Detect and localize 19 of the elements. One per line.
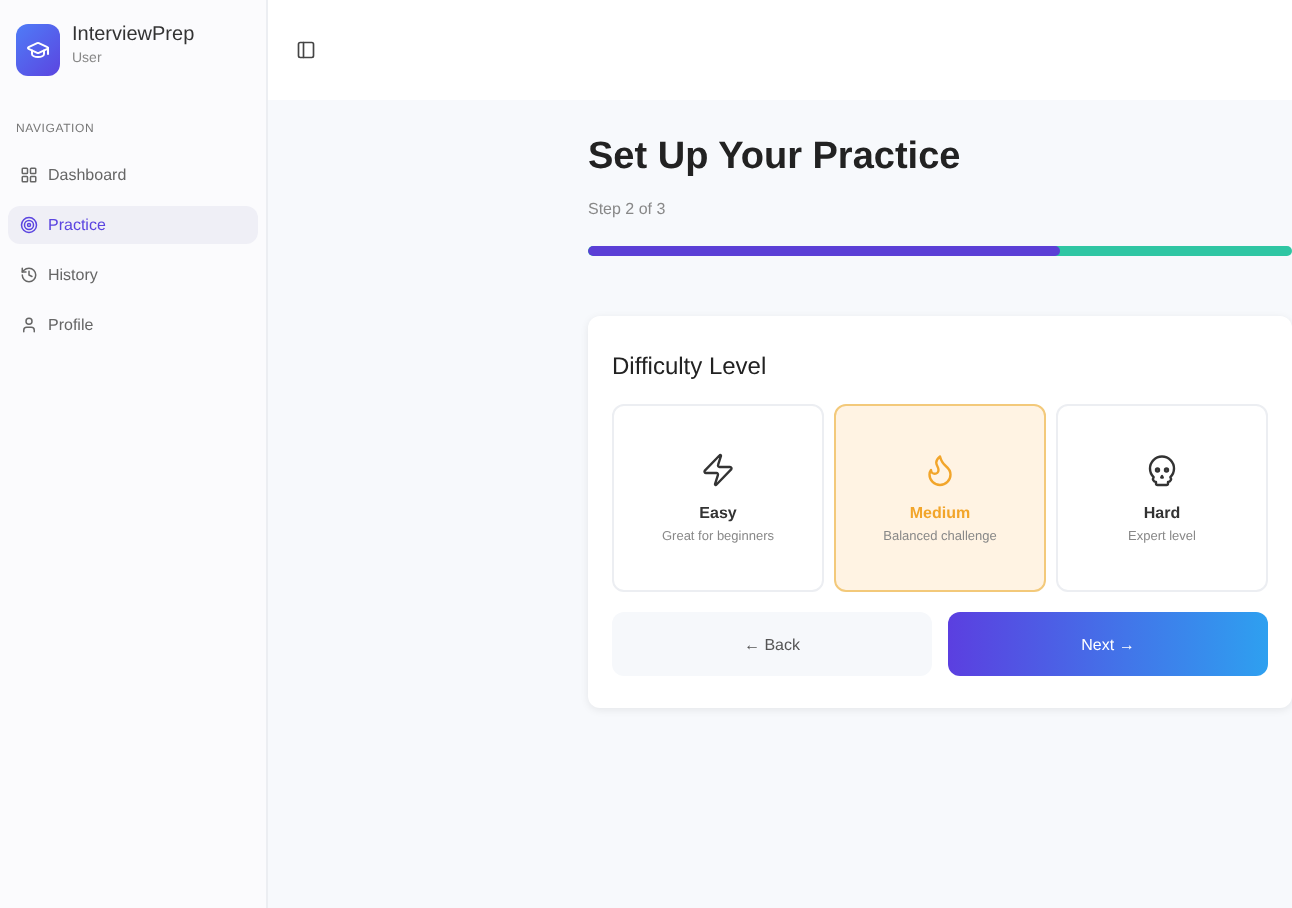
next-button[interactable]: Next → (948, 612, 1268, 676)
target-icon (20, 216, 38, 234)
sidebar-item[interactable]: Dashboard (8, 156, 258, 194)
app-logo-icon (16, 24, 60, 76)
person-icon (20, 316, 38, 334)
sidebar-item[interactable]: Profile (8, 306, 258, 344)
flame-icon (922, 452, 958, 488)
app-name: InterviewPrep (72, 24, 195, 46)
clock-icon (20, 266, 38, 284)
lightning-icon (700, 452, 736, 488)
grid-icon (20, 166, 38, 184)
card-title: Difficulty Level (612, 352, 769, 380)
page-title: Set Up Your Practice (588, 136, 963, 180)
skull-icon (1144, 452, 1180, 488)
back-button[interactable]: ← Back (612, 612, 932, 676)
sidebar-item[interactable]: History (8, 256, 258, 294)
sidebar-toggle-icon[interactable] (296, 40, 316, 60)
sidebar-item[interactable]: Practice (8, 206, 258, 244)
step-label: Step 2 of 3 (588, 200, 668, 218)
